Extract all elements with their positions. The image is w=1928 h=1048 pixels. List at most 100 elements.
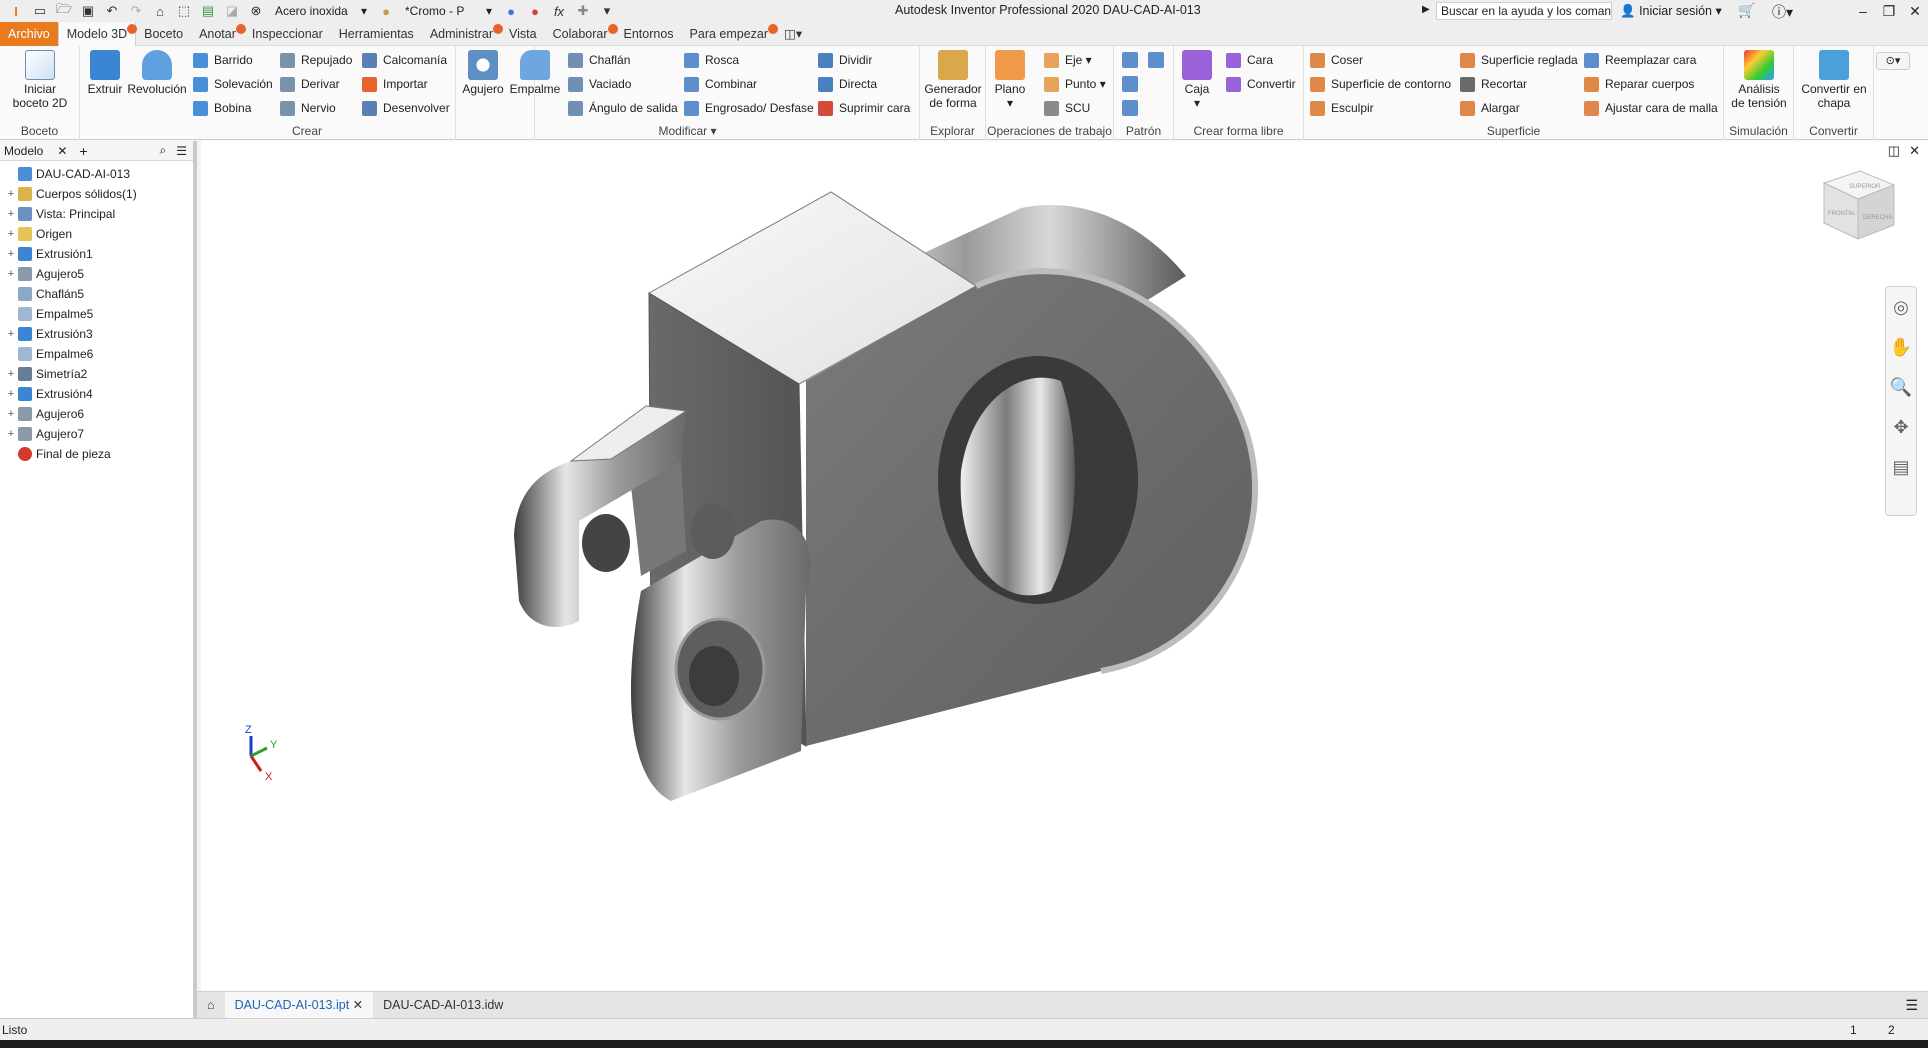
tree-node[interactable]: Empalme6 [0, 344, 193, 364]
expand-icon[interactable]: + [4, 228, 18, 240]
tabs-menu-icon[interactable]: ☰ [1905, 997, 1918, 1014]
save-icon[interactable]: ▣ [79, 3, 97, 19]
close-icon[interactable]: ✕ [57, 144, 67, 158]
ribbon-options-button[interactable]: ◫▾ [776, 22, 810, 46]
tab-colaborar[interactable]: Colaborar [545, 22, 618, 46]
shape-generator-button[interactable]: Generador de forma [922, 50, 984, 110]
face-button[interactable]: Cara [1226, 50, 1273, 70]
tree-node[interactable]: + Agujero6 [0, 404, 193, 424]
inventor-logo-icon[interactable]: I [7, 3, 25, 19]
revolve-button[interactable]: Revolución [126, 50, 188, 96]
new-file-icon[interactable]: ▭ [31, 3, 49, 19]
select-icon[interactable]: ⬚ [175, 3, 193, 19]
view-cube[interactable]: SUPERIOR FRONTAL DERECHA [1822, 170, 1896, 240]
extend-button[interactable]: Alargar [1460, 98, 1520, 118]
steering-wheel-icon[interactable]: ◎ [1886, 287, 1916, 327]
panel-label[interactable]: Modificar ▾ [456, 124, 919, 138]
clear-icon[interactable]: ⊗ [247, 3, 265, 19]
convert-button[interactable]: Convertir [1226, 74, 1296, 94]
tab-inspeccionar[interactable]: Inspeccionar [244, 22, 331, 46]
tree-node[interactable]: + Simetría2 [0, 364, 193, 384]
unwrap-button[interactable]: Desenvolver [362, 98, 450, 118]
tree-node[interactable]: + Vista: Principal [0, 204, 193, 224]
extrude-button[interactable]: Extruir [82, 50, 128, 96]
fx-icon[interactable]: fx [550, 3, 568, 19]
expand-icon[interactable]: + [4, 328, 18, 340]
hole-button[interactable]: Agujero [458, 50, 508, 96]
update-icon[interactable]: ▤ [199, 3, 217, 19]
shell-button[interactable]: Vaciado [568, 74, 631, 94]
tab-entornos[interactable]: Entornos [616, 22, 682, 46]
boundary-patch-button[interactable]: Superficie de contorno [1310, 74, 1451, 94]
import-button[interactable]: Importar [362, 74, 428, 94]
tree-node[interactable]: Chaflán5 [0, 284, 193, 304]
redo-icon[interactable]: ↷ [127, 3, 145, 19]
pan-icon[interactable]: ✋ [1886, 327, 1916, 367]
fit-mesh-face-button[interactable]: Ajustar cara de malla [1584, 98, 1718, 118]
axis-button[interactable]: Eje ▾ [1044, 50, 1092, 70]
adjust-icon[interactable]: ● [502, 3, 520, 19]
customize-icon[interactable]: ▾ [598, 3, 616, 19]
tab-modelo-3d[interactable]: Modelo 3D [57, 21, 138, 46]
ucs-button[interactable]: SCU [1044, 98, 1090, 118]
doc-tab-idw[interactable]: DAU-CAD-AI-013.idw [373, 992, 513, 1019]
appearance-sphere-icon[interactable]: ● [377, 3, 395, 19]
expand-icon[interactable]: + [4, 248, 18, 260]
expand-icon[interactable]: + [4, 368, 18, 380]
expand-icon[interactable]: + [4, 188, 18, 200]
zoom-icon[interactable]: 🔍 [1886, 367, 1916, 407]
replace-face-button[interactable]: Reemplazar cara [1584, 50, 1696, 70]
tab-archivo[interactable]: Archivo [0, 21, 58, 46]
coil-button[interactable]: Bobina [193, 98, 251, 118]
thread-button[interactable]: Rosca [684, 50, 739, 70]
help-search-input[interactable]: Buscar en la ayuda y los comanc [1436, 2, 1612, 20]
expand-icon[interactable]: + [4, 268, 18, 280]
ruled-surface-button[interactable]: Superficie reglada [1460, 50, 1578, 70]
tree-node[interactable]: + Origen [0, 224, 193, 244]
start-sketch-button[interactable]: Iniciar boceto 2D [6, 50, 74, 110]
material-dropdown[interactable]: Acero inoxida ▾ [271, 2, 371, 20]
mirror-icon[interactable] [1148, 52, 1164, 68]
plane-button[interactable]: Plano ▾ [990, 50, 1030, 110]
menu-icon[interactable]: ☰ [176, 144, 187, 158]
thicken-button[interactable]: Engrosado/ Desfase [684, 98, 814, 118]
fillet-button[interactable]: Empalme [508, 50, 562, 96]
trim-button[interactable]: Recortar [1460, 74, 1527, 94]
decal-button[interactable]: Calcomanía [362, 50, 447, 70]
tab-herramientas[interactable]: Herramientas [331, 22, 422, 46]
rectangular-pattern-icon[interactable] [1122, 52, 1138, 68]
repair-bodies-button[interactable]: Reparar cuerpos [1584, 74, 1694, 94]
tab-para-empezar[interactable]: Para empezar [682, 22, 779, 46]
tree-node[interactable]: Final de pieza [0, 444, 193, 464]
help-icon[interactable]: ⓘ▾ [1772, 2, 1793, 22]
derive-button[interactable]: Derivar [280, 74, 340, 94]
graphics-viewport[interactable]: Z Y X SUPERIOR FRONTAL DERECHA ◫ ✕ [201, 141, 1928, 991]
search-icon[interactable]: ⌕ [160, 143, 167, 158]
stress-analysis-button[interactable]: Análisis de tensión [1726, 50, 1792, 110]
tree-node[interactable]: + Extrusión4 [0, 384, 193, 404]
clear-override-icon[interactable]: ● [526, 3, 544, 19]
combine-button[interactable]: Combinar [684, 74, 757, 94]
circular-pattern-icon[interactable] [1122, 76, 1138, 92]
sketch-pattern-icon[interactable] [1122, 100, 1138, 116]
undo-icon[interactable]: ↶ [103, 3, 121, 19]
restore-icon[interactable]: ❐ [1876, 0, 1902, 22]
tree-node[interactable]: + Extrusión3 [0, 324, 193, 344]
doc-tab-ipt[interactable]: DAU-CAD-AI-013.ipt ✕ [224, 991, 374, 1019]
look-at-icon[interactable]: ▤ [1886, 447, 1916, 487]
home-tab[interactable]: ⌂ [197, 992, 225, 1019]
close-icon[interactable]: ✕ [353, 998, 363, 1012]
expand-icon[interactable]: + [4, 408, 18, 420]
expand-icon[interactable]: + [4, 428, 18, 440]
close-icon[interactable]: ✕ [1902, 0, 1928, 22]
add-tab-icon[interactable]: + [79, 143, 87, 159]
sign-in-button[interactable]: 👤 Iniciar sesión ▾ [1620, 3, 1722, 19]
part-model[interactable]: Z Y X SUPERIOR FRONTAL DERECHA [201, 141, 1928, 991]
tree-node[interactable]: Empalme5 [0, 304, 193, 324]
rib-button[interactable]: Nervio [280, 98, 336, 118]
expand-arrow-icon[interactable]: ▶ [1422, 4, 1430, 15]
browser-tab-model[interactable]: Modelo [4, 144, 43, 158]
stitch-button[interactable]: Coser [1310, 50, 1363, 70]
tree-node[interactable]: DAU-CAD-AI-013 [0, 164, 193, 184]
maximize-view-icon[interactable]: ◫ [1888, 143, 1900, 159]
